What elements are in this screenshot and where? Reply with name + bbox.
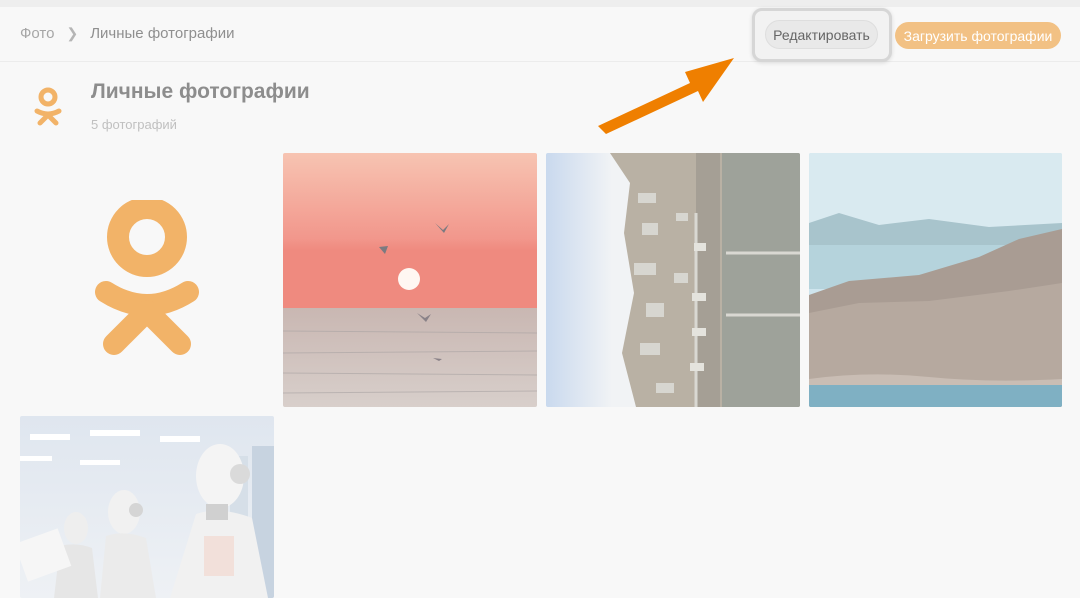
page-header: Фото ❯ Личные фотографии Редактировать З… [0,7,1080,62]
photo-coastal-town[interactable] [546,153,800,407]
upload-photos-button[interactable]: Загрузить фотографии [895,22,1061,49]
breadcrumb-root[interactable]: Фото [20,25,54,42]
photo-robots[interactable] [20,416,274,598]
photo-coastal-cliffs[interactable] [809,153,1062,407]
album-title: Личные фотографии [91,80,310,103]
breadcrumb: Фото ❯ Личные фотографии [20,25,234,42]
odnoklassniki-logo-icon [34,87,62,126]
chevron-right-icon: ❯ [66,25,79,41]
top-strip [0,0,1080,7]
album-photo-count: 5 фотографий [91,117,177,132]
album-cover[interactable] [20,153,274,407]
photo-sunset[interactable] [283,153,537,407]
odnoklassniki-logo [95,200,199,355]
edit-button[interactable]: Редактировать [765,20,878,49]
edit-button-highlight: Редактировать [752,8,892,62]
orange-arrow [598,58,734,134]
breadcrumb-current: Личные фотографии [90,25,235,42]
